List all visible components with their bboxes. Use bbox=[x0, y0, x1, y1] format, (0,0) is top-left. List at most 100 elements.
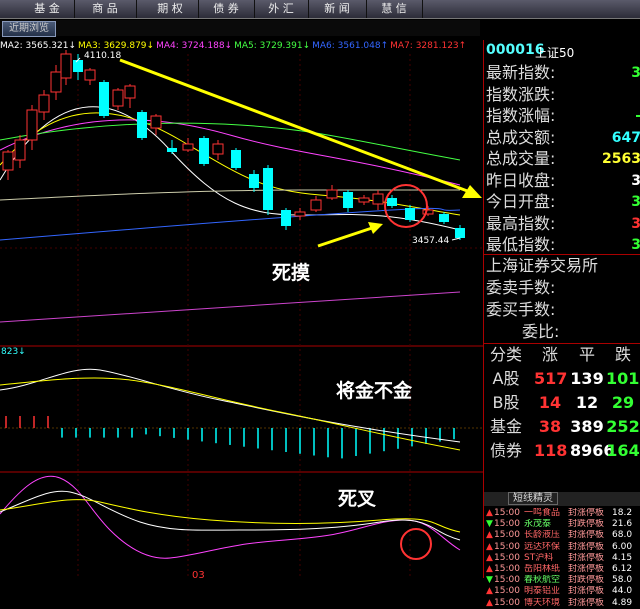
quote-value: - bbox=[635, 105, 640, 127]
short-line-title-bar[interactable]: 短线精灵 bbox=[484, 492, 640, 506]
short-line-item[interactable]: ▲ 15:00 一鸣食品 封涨停板 18.2 bbox=[484, 508, 640, 519]
ma7-line bbox=[0, 291, 461, 323]
short-line-time: 15:00 bbox=[494, 508, 520, 518]
short-line-item[interactable]: ▲ 15:00 岳阳林纸 封涨停板 6.12 bbox=[484, 564, 640, 575]
short-line-item[interactable]: ▼ 15:00 永茂泰 封跌停板 21.6 bbox=[484, 519, 640, 530]
breadth-row-cell: B股 bbox=[492, 393, 520, 412]
quote-value: 647 bbox=[611, 129, 640, 146]
menu-item-4[interactable]: 外 汇 bbox=[254, 0, 309, 18]
candle-body bbox=[73, 60, 83, 72]
menu-item-6[interactable]: 慧 信 bbox=[366, 0, 423, 18]
short-line-item[interactable]: ▲ 15:00 明泰铝业 封涨停板 44.0 bbox=[484, 586, 640, 597]
up-triangle-icon: ▲ bbox=[486, 597, 493, 608]
short-line-val: 18.2 bbox=[612, 508, 633, 518]
macd-bars bbox=[5, 416, 455, 459]
candle-body bbox=[405, 208, 415, 220]
recent-browse-tab[interactable]: 近期浏览 bbox=[2, 21, 56, 37]
candle-body bbox=[2, 151, 14, 171]
short-line-event: 封涨停板 bbox=[568, 564, 605, 574]
short-line-item[interactable]: ▲ 15:00 长龄液压 封涨停板 68.0 bbox=[484, 530, 640, 541]
short-line-event: 封跌停板 bbox=[568, 519, 605, 530]
candle-body bbox=[60, 53, 72, 79]
short-line-event: 封涨停板 bbox=[568, 541, 605, 552]
short-line-title[interactable]: 短线精灵 bbox=[508, 492, 558, 505]
menu-item-5[interactable]: 新 闻 bbox=[308, 0, 367, 18]
down-triangle-icon: ▼ bbox=[486, 575, 493, 586]
short-line-event: 封涨停板 bbox=[568, 552, 605, 563]
candle-body bbox=[326, 189, 338, 199]
short-line-name: 春秋航空 bbox=[524, 575, 561, 586]
up-triangle-icon: ▲ bbox=[486, 552, 493, 563]
candle-body bbox=[38, 94, 50, 113]
quote-label: 今日开盘: bbox=[486, 192, 556, 211]
candle-body bbox=[455, 228, 465, 238]
short-line-time: 15:00 bbox=[494, 541, 520, 552]
up-triangle-icon: ▲ bbox=[486, 508, 493, 518]
breadth-row-cell: 164 bbox=[606, 441, 640, 460]
candle-body bbox=[14, 139, 26, 161]
top-menu-bar: 基 金商 品期 权债 券外 汇新 闻慧 信 bbox=[0, 0, 640, 19]
short-line-name: 远达环保 bbox=[524, 541, 561, 552]
d-line bbox=[0, 499, 461, 533]
up-triangle-icon: ▲ bbox=[486, 530, 493, 541]
menu-item-1[interactable]: 商 品 bbox=[74, 0, 137, 18]
short-line-val: 4.15 bbox=[612, 552, 633, 563]
quote-value: 3 bbox=[631, 194, 640, 210]
candlesticks bbox=[2, 50, 465, 240]
candle-body bbox=[199, 138, 209, 164]
breadth-row-cell: 38 bbox=[538, 417, 562, 436]
trend-arrow-line bbox=[119, 58, 471, 194]
down-triangle-icon: ▼ bbox=[486, 519, 493, 530]
breadth-row-cell: 118 bbox=[534, 441, 568, 460]
candle-body bbox=[343, 192, 353, 208]
breadth-row-cell: 基金 bbox=[489, 417, 522, 436]
short-line-item[interactable]: ▲ 15:00 ST沪科 封涨停板 4.15 bbox=[484, 553, 640, 564]
short-line-item[interactable]: ▲ 15:00 博天环境 封涨停板 4.89 bbox=[484, 598, 640, 609]
breadth-header: 分类涨 平跌 bbox=[484, 344, 640, 366]
short-line-time: 15:00 bbox=[494, 564, 520, 574]
quote-label: 最新指数: bbox=[486, 63, 556, 82]
candle-body bbox=[182, 143, 194, 151]
low-price-pointer bbox=[451, 237, 461, 241]
short-line-name: 明泰铝业 bbox=[524, 586, 561, 597]
breadth-row-cell: 389 bbox=[570, 417, 604, 436]
ratio-label: 委比: bbox=[522, 322, 560, 341]
menu-item-0[interactable]: 基 金 bbox=[20, 0, 75, 18]
low-price-label: 3457.44 bbox=[412, 236, 449, 246]
short-line-event: 封涨停板 bbox=[568, 597, 605, 608]
short-line-name: 长龄液压 bbox=[524, 530, 561, 541]
golden-not-golden-caption: 将金不金 bbox=[336, 380, 413, 402]
candle-body bbox=[231, 150, 241, 168]
quote-row: 指数涨跌: bbox=[486, 84, 640, 106]
kline-chart[interactable]: 4110.18 3457.44 823↓ 03 bbox=[0, 40, 483, 578]
death-cross-circle bbox=[400, 528, 432, 560]
short-line-item[interactable]: ▼ 15:00 春秋航空 封跌停板 58.0 bbox=[484, 575, 640, 586]
breadth-row-cell: 1011 bbox=[606, 369, 640, 388]
candle-body bbox=[439, 214, 449, 222]
candle-body bbox=[372, 193, 384, 205]
breadth-header-cell: 跌 bbox=[614, 345, 631, 364]
breadth-header-cell: 分类 bbox=[489, 345, 522, 364]
short-line-name: 博天环境 bbox=[524, 597, 561, 608]
breadth-row-cell: 139 bbox=[570, 369, 604, 388]
candle-body bbox=[358, 197, 370, 203]
short-line-name: 一鸣食品 bbox=[524, 508, 561, 518]
breadth-row: 基金 38 389 252 bbox=[484, 416, 640, 438]
quote-label: 指数涨跌: bbox=[486, 84, 556, 104]
breadth-row-cell: A股 bbox=[492, 369, 520, 388]
breadth-row-cell: 12 bbox=[575, 393, 599, 412]
menu-item-2[interactable]: 期 权 bbox=[142, 0, 199, 18]
quote-value: 3 bbox=[631, 215, 640, 232]
k-line bbox=[0, 490, 461, 541]
short-line-item[interactable]: ▲ 15:00 远达环保 封涨停板 6.00 bbox=[484, 542, 640, 553]
candle-body bbox=[310, 199, 322, 211]
candle-body bbox=[263, 168, 273, 210]
quote-row: 最新指数: 3 bbox=[486, 62, 640, 84]
short-line-val: 21.6 bbox=[612, 519, 633, 530]
menu-item-3[interactable]: 债 券 bbox=[198, 0, 255, 18]
short-line-time: 15:00 bbox=[494, 586, 520, 597]
candle-body bbox=[26, 109, 38, 141]
candle-body bbox=[249, 174, 259, 188]
short-line-name: 永茂泰 bbox=[524, 519, 552, 530]
short-line-val: 68.0 bbox=[612, 530, 633, 541]
